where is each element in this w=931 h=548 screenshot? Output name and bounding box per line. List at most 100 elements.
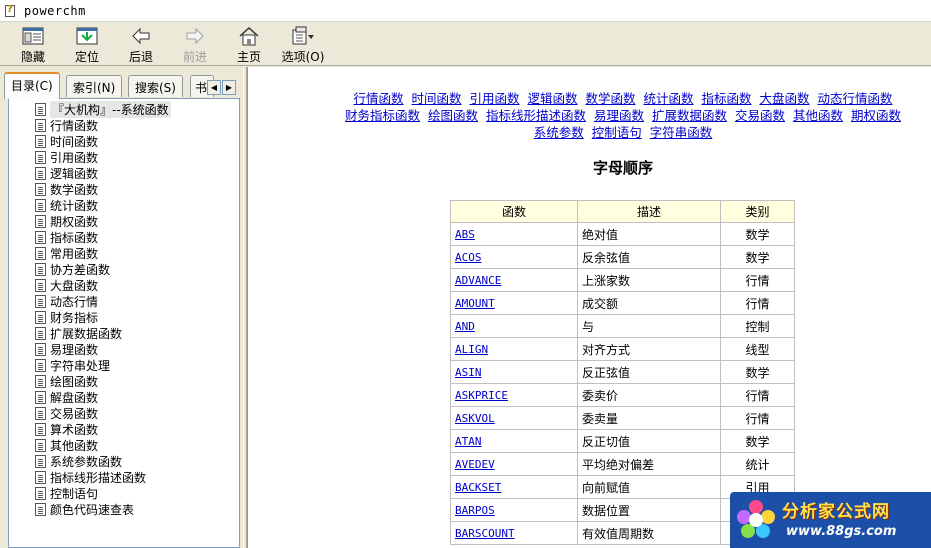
tree-item[interactable]: 时间函数 bbox=[35, 133, 98, 149]
document-icon bbox=[35, 486, 46, 500]
tree-item[interactable]: 颜色代码速查表 bbox=[35, 501, 134, 517]
tree-item[interactable]: 引用函数 bbox=[35, 149, 98, 165]
chevron-right-icon: ▶ bbox=[225, 83, 233, 92]
tree-item[interactable]: 其他函数 bbox=[35, 437, 98, 453]
category-link[interactable]: 期权函数 bbox=[851, 108, 901, 123]
function-link[interactable]: ATAN bbox=[455, 435, 482, 448]
watermark-title: 分析家公式网 bbox=[782, 502, 890, 522]
document-icon bbox=[35, 326, 46, 340]
tab-scroll-left-button[interactable]: ◀ bbox=[207, 80, 221, 95]
function-link[interactable]: BARSCOUNT bbox=[455, 527, 515, 540]
category-link[interactable]: 引用函数 bbox=[469, 91, 519, 106]
tree-item[interactable]: 算术函数 bbox=[35, 421, 98, 437]
function-link[interactable]: BACKSET bbox=[455, 481, 501, 494]
category-link[interactable]: 系统参数 bbox=[534, 125, 584, 140]
tree-item[interactable]: 控制语句 bbox=[35, 485, 98, 501]
tree-item-label: 逻辑函数 bbox=[50, 166, 99, 181]
tree-item-label: 数学函数 bbox=[50, 182, 99, 197]
tree-item[interactable]: 交易函数 bbox=[35, 405, 98, 421]
document-icon bbox=[35, 118, 46, 132]
function-link[interactable]: ASKPRICE bbox=[455, 389, 508, 402]
tree-item[interactable]: 数学函数 bbox=[35, 181, 98, 197]
tree-item[interactable]: 期权函数 bbox=[35, 213, 98, 229]
function-link[interactable]: ABS bbox=[455, 228, 475, 241]
tree-item[interactable]: 动态行情 bbox=[35, 293, 98, 309]
function-cell: ATAN bbox=[450, 429, 578, 453]
home-button[interactable]: 主页 bbox=[222, 22, 276, 66]
tree-item-label: 控制语句 bbox=[50, 486, 99, 501]
category-link[interactable]: 大盘函数 bbox=[759, 91, 809, 106]
category-link[interactable]: 数学函数 bbox=[585, 91, 635, 106]
tab-index[interactable]: 索引(N) bbox=[66, 75, 123, 97]
forward-button[interactable]: 前进 bbox=[168, 22, 222, 66]
function-link[interactable]: ASIN bbox=[455, 366, 482, 379]
tree-item[interactable]: 易理函数 bbox=[35, 341, 98, 357]
tree-item[interactable]: 指标线形描述函数 bbox=[35, 469, 146, 485]
watermark-logo: 分析家公式网 www.88gs.com bbox=[730, 492, 931, 548]
function-link[interactable]: AVEDEV bbox=[455, 458, 495, 471]
back-button[interactable]: 后退 bbox=[114, 22, 168, 66]
tree-item[interactable]: 逻辑函数 bbox=[35, 165, 98, 181]
category-link[interactable]: 字符串函数 bbox=[650, 125, 713, 140]
category-cell: 线型 bbox=[720, 337, 795, 361]
hide-button[interactable]: 隐藏 bbox=[6, 22, 60, 66]
function-link[interactable]: ADVANCE bbox=[455, 274, 501, 287]
tree-item[interactable]: 统计函数 bbox=[35, 197, 98, 213]
document-icon bbox=[35, 198, 46, 212]
description-cell: 上涨家数 bbox=[577, 268, 721, 292]
category-link[interactable]: 指标线形描述函数 bbox=[486, 108, 586, 123]
tree-item[interactable]: 协方差函数 bbox=[35, 261, 110, 277]
tab-contents[interactable]: 目录(C) bbox=[4, 72, 60, 99]
document-icon bbox=[35, 390, 46, 404]
category-link[interactable]: 其他函数 bbox=[793, 108, 843, 123]
navigation-pane: 目录(C) 索引(N) 搜索(S) 书 ◀ ▶ 『大机构』--系统函数 行情函数时… bbox=[0, 67, 243, 548]
category-link[interactable]: 易理函数 bbox=[594, 108, 644, 123]
description-cell: 成交额 bbox=[577, 291, 721, 315]
document-icon bbox=[35, 342, 46, 356]
tab-search[interactable]: 搜索(S) bbox=[128, 75, 183, 97]
function-link[interactable]: ACOS bbox=[455, 251, 482, 264]
category-link[interactable]: 财务指标函数 bbox=[345, 108, 420, 123]
category-link[interactable]: 时间函数 bbox=[411, 91, 461, 106]
tree-item[interactable]: 行情函数 bbox=[35, 117, 98, 133]
tree-item[interactable]: 字符串处理 bbox=[35, 357, 110, 373]
tree-item[interactable]: 解盘函数 bbox=[35, 389, 98, 405]
contents-tree: 『大机构』--系统函数 行情函数 时间函数 引用函数 逻辑函数 数学函数 统计函数 期权函数指… bbox=[8, 98, 240, 548]
table-row: ALIGN 对齐方式 线型 bbox=[450, 337, 795, 361]
tree-item[interactable]: 系统参数函数 bbox=[35, 453, 122, 469]
options-button[interactable]: 选项(O) bbox=[276, 22, 330, 66]
document-icon bbox=[35, 134, 46, 148]
category-link[interactable]: 逻辑函数 bbox=[527, 91, 577, 106]
category-link[interactable]: 扩展数据函数 bbox=[652, 108, 727, 123]
tree-item[interactable]: 常用函数 bbox=[35, 245, 98, 261]
column-header-description: 描述 bbox=[577, 200, 721, 223]
category-link[interactable]: 统计函数 bbox=[643, 91, 693, 106]
category-link[interactable]: 动态行情函数 bbox=[817, 91, 892, 106]
tree-item[interactable]: 财务指标 bbox=[35, 309, 98, 325]
document-icon bbox=[35, 438, 46, 452]
tree-item[interactable]: 绘图函数 bbox=[35, 373, 98, 389]
category-link[interactable]: 指标函数 bbox=[701, 91, 751, 106]
locate-button[interactable]: 定位 bbox=[60, 22, 114, 66]
function-cell: ASKPRICE bbox=[450, 383, 578, 407]
tree-item-label: 统计函数 bbox=[50, 198, 99, 213]
tree-item[interactable]: 『大机构』--系统函数 bbox=[35, 100, 171, 118]
category-link[interactable]: 绘图函数 bbox=[428, 108, 478, 123]
function-link[interactable]: ALIGN bbox=[455, 343, 488, 356]
tree-item[interactable]: 指标函数 bbox=[35, 229, 98, 245]
category-link[interactable]: 控制语句 bbox=[592, 125, 642, 140]
function-link[interactable]: BARPOS bbox=[455, 504, 495, 517]
function-link[interactable]: AMOUNT bbox=[455, 297, 495, 310]
tree-item[interactable]: 大盘函数 bbox=[35, 277, 98, 293]
table-row: ASKVOL 委卖量 行情 bbox=[450, 406, 795, 430]
function-link[interactable]: AND bbox=[455, 320, 475, 333]
tab-scroll-right-button[interactable]: ▶ bbox=[222, 80, 236, 95]
category-link[interactable]: 交易函数 bbox=[735, 108, 785, 123]
category-link[interactable]: 行情函数 bbox=[353, 91, 403, 106]
content-pane: 行情函数 时间函数 引用函数 逻辑函数 数学函数 统计函数 指标函数 大盘函数 … bbox=[247, 67, 931, 548]
tree-item[interactable]: 扩展数据函数 bbox=[35, 325, 122, 341]
function-link[interactable]: ASKVOL bbox=[455, 412, 495, 425]
document-icon bbox=[35, 246, 46, 260]
document-icon bbox=[35, 230, 46, 244]
table-row: ABS 绝对值 数学 bbox=[450, 222, 795, 246]
